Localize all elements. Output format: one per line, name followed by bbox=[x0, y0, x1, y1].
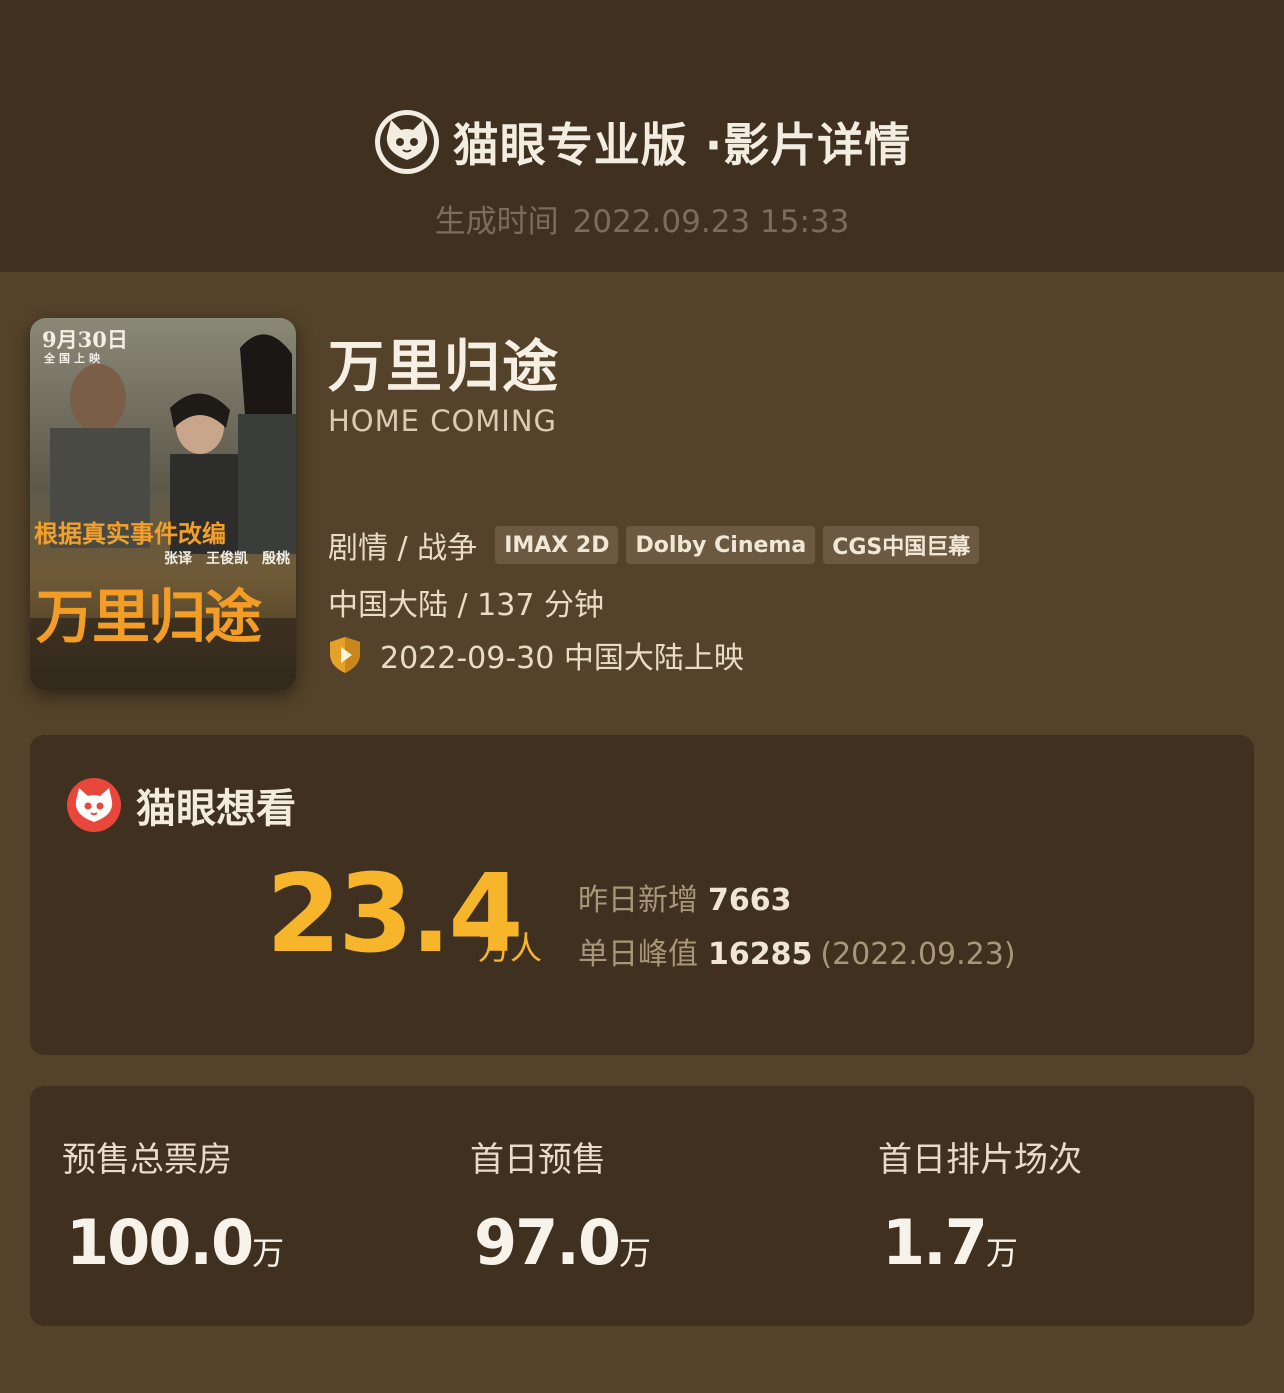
stat-first-day-screenings: 首日排片场次 1.7万 bbox=[878, 1132, 1082, 1279]
format-tag-imax: IMAX 2D bbox=[495, 526, 619, 564]
maoyan-cat-logo-icon bbox=[374, 110, 439, 174]
poster-big-title: 万里归途 bbox=[36, 583, 262, 651]
release-date: 2022-09-30 中国大陆上映 bbox=[380, 641, 744, 676]
stat-unit: 万 bbox=[252, 1234, 285, 1272]
stat-value: 97.0 bbox=[474, 1206, 621, 1279]
movie-poster[interactable]: 9月30日 全国上映 根据真实事件改编 张译 王俊凯 殷桃 万里归途 bbox=[30, 318, 296, 690]
stat-label: 首日预售 bbox=[470, 1140, 606, 1180]
daily-peak-row: 单日峰值 16285 (2022.09.23) bbox=[578, 929, 1016, 973]
brand-row: 猫眼专业版 ·影片详情 bbox=[0, 104, 1284, 180]
movie-origin-duration: 中国大陆 / 137 分钟 bbox=[328, 588, 604, 623]
stat-value-row: 97.0万 bbox=[474, 1206, 651, 1279]
stat-label: 预售总票房 bbox=[62, 1140, 232, 1180]
presale-stats-card: 预售总票房 100.0万 首日预售 97.0万 首日排片场次 1.7万 bbox=[30, 1086, 1254, 1326]
poster-date-sub: 全国上映 bbox=[44, 352, 104, 365]
report-header: 猫眼专业版 ·影片详情 生成时间 2022.09.23 15:33 bbox=[0, 0, 1284, 272]
stat-value-row: 100.0万 bbox=[66, 1206, 284, 1279]
want-header: 猫眼想看 bbox=[66, 777, 296, 833]
format-tag-dolby: Dolby Cinema bbox=[626, 526, 816, 564]
yesterday-value: 7663 bbox=[708, 883, 792, 918]
peak-date: (2022.09.23) bbox=[820, 937, 1016, 972]
movie-english-title: HOME COMING bbox=[328, 404, 558, 438]
stat-value: 100.0 bbox=[66, 1206, 254, 1279]
yesterday-label: 昨日新增 bbox=[578, 883, 698, 918]
poster-cast: 张译 王俊凯 殷桃 bbox=[164, 551, 290, 567]
maoyan-red-logo-icon bbox=[67, 778, 121, 832]
stat-value-row: 1.7万 bbox=[882, 1206, 1018, 1279]
want-unit: 万人 bbox=[478, 929, 543, 967]
stat-label: 首日排片场次 bbox=[878, 1140, 1082, 1180]
shield-play-icon bbox=[330, 637, 360, 673]
want-label: 猫眼想看 bbox=[136, 786, 296, 832]
stat-presale-total: 预售总票房 100.0万 bbox=[62, 1132, 284, 1279]
stat-value: 1.7 bbox=[882, 1206, 988, 1279]
brand-title: 猫眼专业版 ·影片详情 bbox=[452, 118, 912, 172]
yesterday-new-row: 昨日新增 7663 bbox=[578, 875, 792, 919]
generated-value: 2022.09.23 15:33 bbox=[572, 204, 850, 240]
release-row: 2022-09-30 中国大陆上映 bbox=[328, 634, 744, 676]
poster-tagline: 根据真实事件改编 bbox=[34, 519, 226, 548]
genre-format-row: 剧情 / 战争 IMAX 2D Dolby Cinema CGS中国巨幕 bbox=[328, 524, 987, 566]
peak-value: 16285 bbox=[708, 937, 813, 972]
generated-label: 生成时间 bbox=[434, 204, 559, 240]
movie-title: 万里归途 bbox=[328, 335, 560, 400]
want-to-see-card: 猫眼想看 23.4 万人 昨日新增 7663 单日峰值 16285 (2022.09.… bbox=[30, 735, 1254, 1055]
stat-unit: 万 bbox=[985, 1234, 1018, 1272]
format-tag-cgs: CGS中国巨幕 bbox=[823, 526, 980, 564]
movie-genres: 剧情 / 战争 bbox=[328, 531, 478, 566]
generated-time: 生成时间 2022.09.23 15:33 bbox=[0, 196, 1284, 241]
stat-unit: 万 bbox=[618, 1234, 651, 1272]
stat-first-day-presale: 首日预售 97.0万 bbox=[470, 1132, 651, 1279]
peak-label: 单日峰值 bbox=[578, 937, 698, 972]
